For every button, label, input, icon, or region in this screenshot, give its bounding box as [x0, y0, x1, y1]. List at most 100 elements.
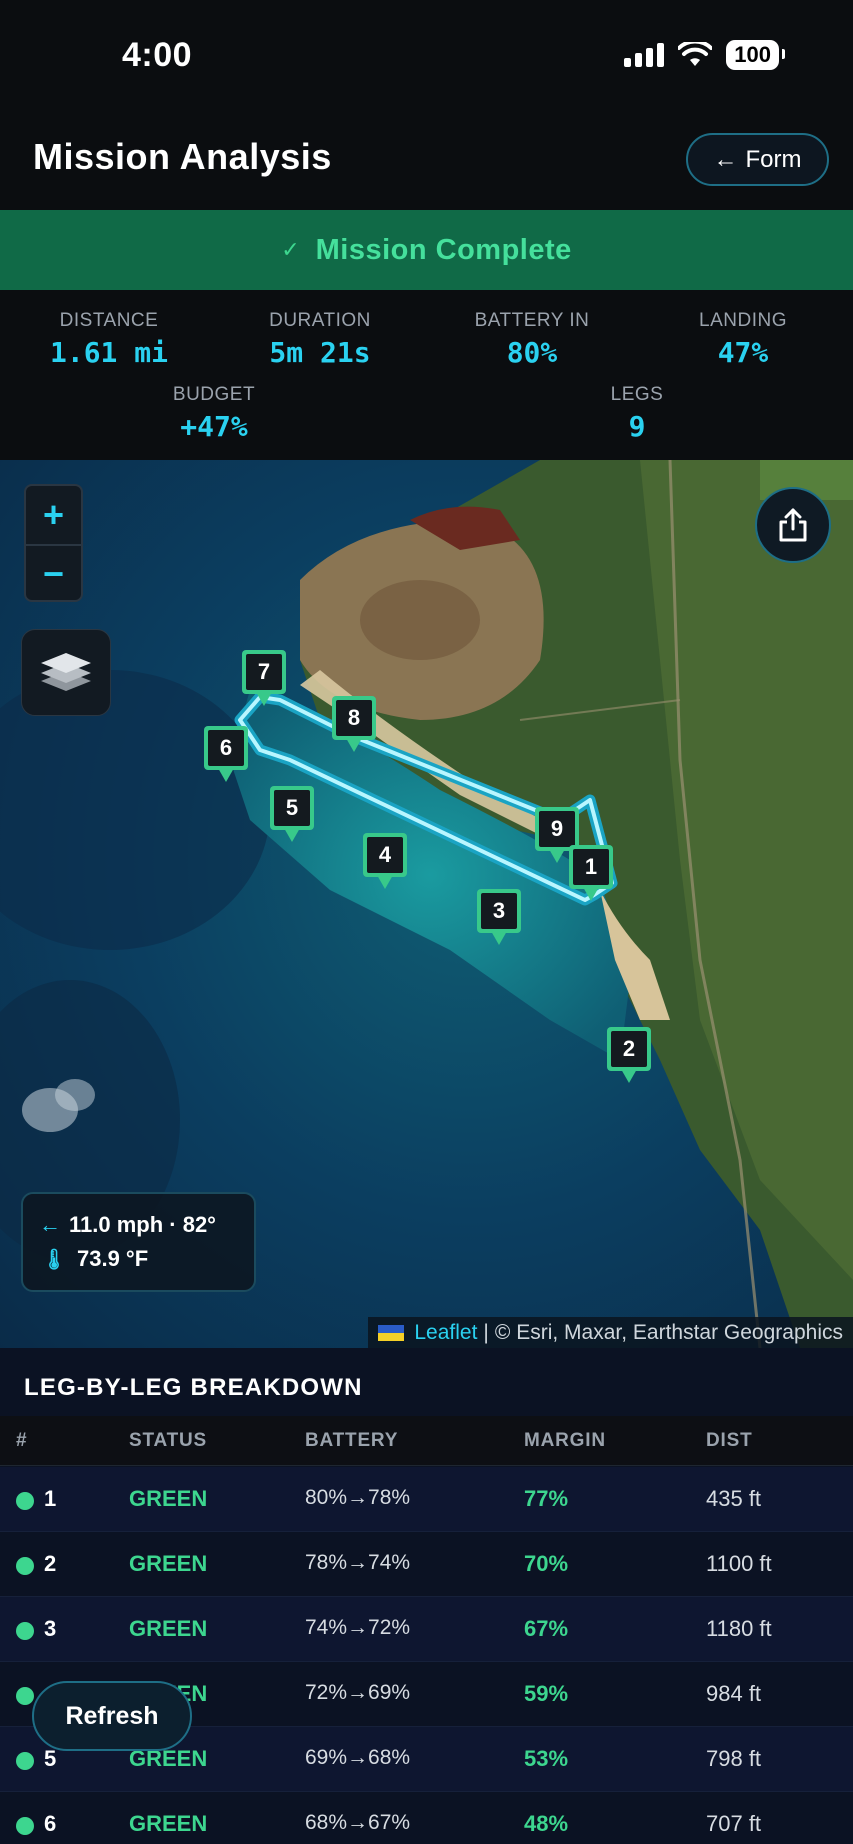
back-button-label: Form	[745, 145, 802, 173]
leg-distance: 984 ft	[706, 1681, 762, 1706]
leg-margin: 53%	[524, 1746, 569, 1771]
app-header: Mission Analysis ← Form	[0, 110, 853, 210]
status-dot-icon	[16, 1687, 34, 1705]
wifi-icon	[678, 42, 713, 66]
stat-duration: DURATION 5m 21s	[220, 310, 420, 369]
weather-panel: ← 11.0 mph · 82° 🌡︎ 73.9 °F	[21, 1192, 256, 1292]
stat-label: BATTERY IN	[474, 310, 590, 331]
attribution-credits: © Esri, Maxar, Earthstar Geographics	[494, 1320, 843, 1344]
stat-label: LANDING	[699, 310, 787, 331]
leg-battery: 80%→78%	[305, 1486, 411, 1509]
waypoint-marker-3[interactable]: 3	[477, 889, 521, 945]
stat-distance: DISTANCE 1.61 mi	[9, 310, 209, 369]
leaflet-link[interactable]: Leaflet	[414, 1321, 477, 1345]
wind-direction-icon: ←	[39, 1212, 61, 1237]
stat-battery-in: BATTERY IN 80%	[432, 310, 632, 369]
leg-number: 2	[44, 1551, 57, 1576]
table-row[interactable]: 1 GREEN 80%→78% 77% 435 ft	[0, 1467, 853, 1532]
stat-budget: BUDGET +47%	[114, 384, 314, 443]
temperature-text: 73.9 °F	[77, 1246, 149, 1271]
leg-distance: 707 ft	[706, 1811, 762, 1836]
waypoint-marker-1[interactable]: 1	[569, 845, 613, 901]
leg-status: GREEN	[129, 1551, 208, 1576]
stat-value: 9	[628, 410, 646, 443]
leg-battery: 69%→68%	[305, 1746, 411, 1769]
section-title: LEG-BY-LEG BREAKDOWN	[24, 1374, 363, 1401]
table-row[interactable]: 2 GREEN 78%→74% 70% 1100 ft	[0, 1532, 853, 1597]
status-icons: 100	[624, 40, 785, 70]
checkmark-icon: ✓	[281, 237, 300, 262]
status-bar: 4:00 100	[0, 0, 853, 110]
battery-icon: 100	[726, 40, 785, 70]
mission-map[interactable]: 7 8 6 5 4 9 1 3 2 + − ← 11.0 mph · 82° 🌡…	[0, 460, 853, 1348]
leg-breakdown-section: LEG-BY-LEG BREAKDOWN # STATUS BATTERY MA…	[0, 1348, 853, 1844]
leg-distance: 798 ft	[706, 1746, 762, 1771]
thermometer-icon: 🌡︎	[41, 1248, 67, 1271]
leg-number: 3	[44, 1616, 57, 1641]
stat-value: 1.61 mi	[49, 336, 168, 369]
leg-number: 1	[44, 1486, 57, 1511]
leg-distance: 435 ft	[706, 1486, 762, 1511]
waypoint-marker-4[interactable]: 4	[363, 833, 407, 889]
stat-value: 5m 21s	[269, 336, 371, 369]
column-header-margin: MARGIN	[524, 1430, 606, 1451]
attribution-separator: |	[483, 1320, 489, 1344]
wind-text: 11.0 mph · 82°	[69, 1212, 216, 1237]
share-icon	[779, 508, 807, 542]
stat-value: +47%	[180, 410, 248, 443]
back-to-form-button[interactable]: ← Form	[686, 133, 829, 186]
leg-status: GREEN	[129, 1616, 208, 1641]
waypoint-marker-2[interactable]: 2	[607, 1027, 651, 1083]
layers-icon	[41, 652, 91, 691]
column-header-dist: DIST	[706, 1430, 753, 1451]
mission-status-banner: ✓ Mission Complete	[0, 210, 853, 290]
leg-margin: 48%	[524, 1811, 569, 1836]
zoom-control: + −	[24, 484, 83, 602]
table-row[interactable]: 6 GREEN 68%→67% 48% 707 ft	[0, 1792, 853, 1844]
waypoint-marker-6[interactable]: 6	[204, 726, 248, 782]
status-dot-icon	[16, 1752, 34, 1770]
leg-battery: 72%→69%	[305, 1681, 411, 1704]
mission-stats: DISTANCE 1.61 mi DURATION 5m 21s BATTERY…	[0, 290, 853, 460]
page-title: Mission Analysis	[33, 136, 332, 177]
zoom-in-button[interactable]: +	[26, 486, 81, 544]
temperature-readout: 🌡︎ 73.9 °F	[39, 1242, 238, 1276]
leg-battery: 74%→72%	[305, 1616, 411, 1639]
status-dot-icon	[16, 1817, 34, 1835]
table-header: # STATUS BATTERY MARGIN DIST	[0, 1416, 853, 1466]
leg-number: 6	[44, 1811, 57, 1836]
status-dot-icon	[16, 1492, 34, 1510]
ukraine-flag-icon	[378, 1324, 405, 1341]
arrow-left-icon: ←	[713, 145, 738, 173]
leg-battery: 78%→74%	[305, 1551, 411, 1574]
cellular-signal-icon	[624, 43, 665, 67]
column-header-status: STATUS	[129, 1430, 207, 1451]
map-attribution: Leaflet | © Esri, Maxar, Earthstar Geogr…	[368, 1317, 853, 1348]
stat-label: DURATION	[269, 310, 371, 331]
column-header-battery: BATTERY	[305, 1430, 399, 1451]
refresh-button[interactable]: Refresh	[32, 1681, 192, 1751]
zoom-out-button[interactable]: −	[26, 544, 81, 600]
stat-label: BUDGET	[172, 384, 256, 405]
wind-readout: ← 11.0 mph · 82°	[39, 1208, 238, 1242]
stat-label: LEGS	[610, 384, 664, 405]
stat-landing: LANDING 47%	[643, 310, 843, 369]
stat-value: 80%	[506, 336, 558, 369]
column-header-num: #	[16, 1430, 28, 1451]
leg-distance: 1100 ft	[706, 1551, 772, 1576]
share-button[interactable]	[755, 487, 831, 563]
mission-status-text: Mission Complete	[315, 233, 572, 266]
leg-margin: 59%	[524, 1681, 569, 1706]
waypoint-marker-5[interactable]: 5	[270, 786, 314, 842]
layers-button[interactable]	[21, 629, 111, 716]
leg-distance: 1180 ft	[706, 1616, 772, 1641]
stat-legs: LEGS 9	[537, 384, 737, 443]
leg-number: 5	[44, 1746, 57, 1771]
table-row[interactable]: 3 GREEN 74%→72% 67% 1180 ft	[0, 1597, 853, 1662]
leg-status: GREEN	[129, 1486, 208, 1511]
status-time: 4:00	[122, 36, 193, 74]
leg-status: GREEN	[129, 1811, 208, 1836]
waypoint-marker-7[interactable]: 7	[242, 650, 286, 706]
leg-margin: 70%	[524, 1551, 569, 1576]
waypoint-marker-8[interactable]: 8	[332, 696, 376, 752]
